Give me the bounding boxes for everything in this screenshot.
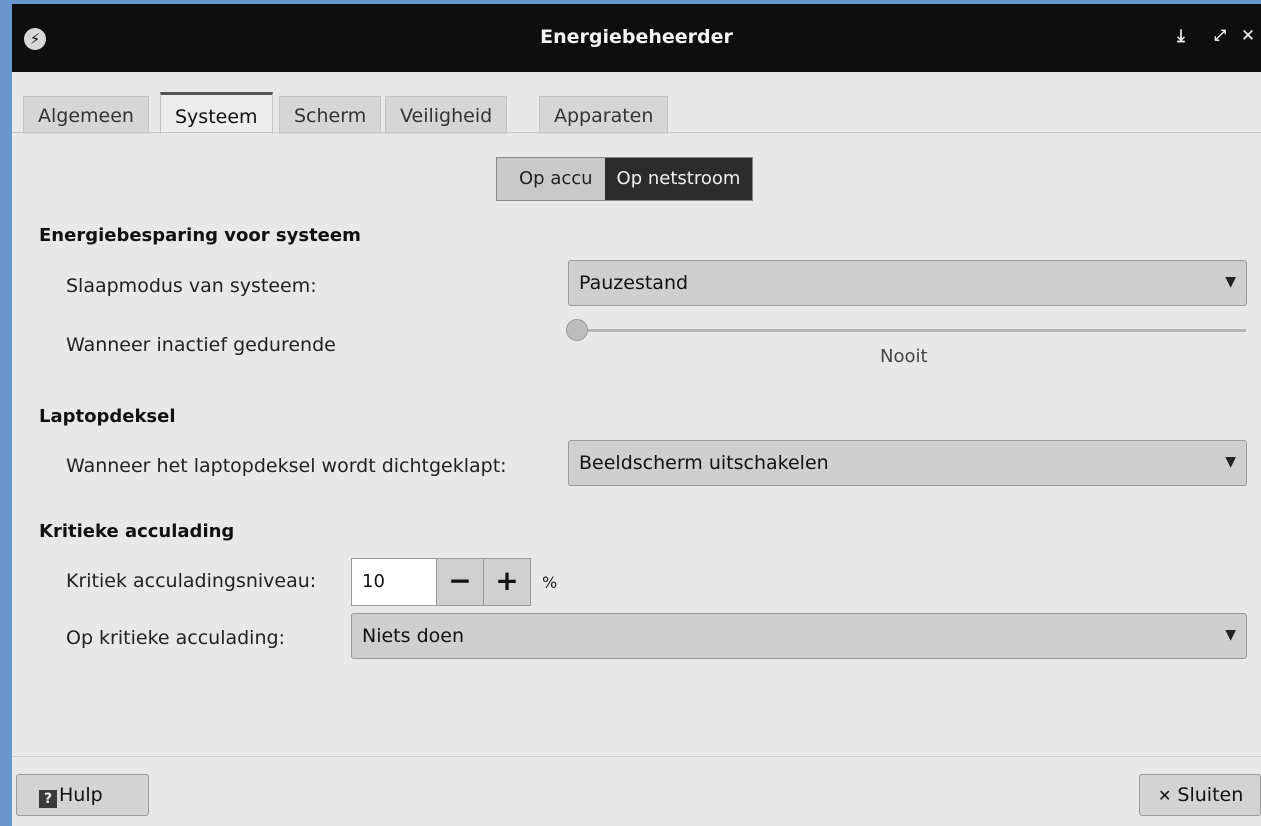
inactive-slider-track[interactable] <box>568 329 1246 332</box>
decrement-button[interactable]: − <box>436 558 484 606</box>
tab-algemeen[interactable]: Algemeen <box>23 96 149 134</box>
lid-action-value: Beeldscherm uitschakelen <box>579 452 829 474</box>
power-source-toggle: Op accu Op netstroom <box>496 157 754 201</box>
inactive-label: Wanneer inactief gedurende <box>66 334 336 356</box>
percent-unit: % <box>542 573 558 592</box>
inactive-slider-handle[interactable] <box>566 319 588 341</box>
help-button-label: Hulp <box>59 784 103 806</box>
sleep-mode-dropdown[interactable]: Pauzestand ▼ <box>568 260 1247 306</box>
chevron-down-icon: ▼ <box>1225 454 1236 470</box>
system-section-heading: Energiebesparing voor systeem <box>39 225 361 246</box>
critical-action-label: Op kritieke acculading: <box>66 627 285 649</box>
systeem-panel: Op accu Op netstroom Energiebesparing vo… <box>12 133 1261 759</box>
window-title: Energiebeheerder <box>540 26 733 48</box>
close-icon: ✕ <box>1158 786 1172 805</box>
maximize-icon[interactable]: ⤢ <box>1209 26 1231 44</box>
critical-level-input[interactable]: 10 <box>351 558 437 606</box>
footer-divider <box>12 756 1261 757</box>
minimize-icon[interactable]: ⤓ <box>1170 26 1192 46</box>
tab-scherm[interactable]: Scherm <box>279 96 382 134</box>
battery-section-heading: Kritieke acculading <box>39 521 235 542</box>
chevron-down-icon: ▼ <box>1225 627 1236 643</box>
lid-section-heading: Laptopdeksel <box>39 406 176 427</box>
power-manager-window: ⚡ Energiebeheerder ⤓ ⤢ ✕ Algemeen Systee… <box>12 4 1261 826</box>
on-battery-button[interactable]: Op accu <box>497 158 605 200</box>
critical-action-value: Niets doen <box>362 625 464 647</box>
inactive-slider-value: Nooit <box>880 346 928 367</box>
increment-button[interactable]: + <box>483 558 531 606</box>
help-button[interactable]: ? Hulp <box>16 774 149 816</box>
on-mains-button[interactable]: Op netstroom <box>604 158 753 200</box>
lid-action-label: Wanneer het laptopdeksel wordt dichtgekl… <box>66 455 507 477</box>
close-button-label: Sluiten <box>1177 784 1244 806</box>
help-icon: ? <box>39 790 57 808</box>
sleep-mode-label: Slaapmodus van systeem: <box>66 275 317 297</box>
title-bar: ⚡ Energiebeheerder ⤓ ⤢ ✕ <box>12 4 1261 72</box>
close-icon[interactable]: ✕ <box>1237 26 1259 46</box>
tab-apparaten[interactable]: Apparaten <box>539 96 669 134</box>
lid-action-dropdown[interactable]: Beeldscherm uitschakelen ▼ <box>568 440 1247 486</box>
close-button[interactable]: ✕ Sluiten <box>1139 774 1261 816</box>
sleep-mode-value: Pauzestand <box>579 272 689 294</box>
critical-level-label: Kritiek acculadingsniveau: <box>66 570 317 592</box>
critical-action-dropdown[interactable]: Niets doen ▼ <box>351 613 1247 659</box>
chevron-down-icon: ▼ <box>1225 274 1236 290</box>
tab-systeem[interactable]: Systeem <box>160 92 273 134</box>
tab-veiligheid[interactable]: Veiligheid <box>385 96 508 134</box>
